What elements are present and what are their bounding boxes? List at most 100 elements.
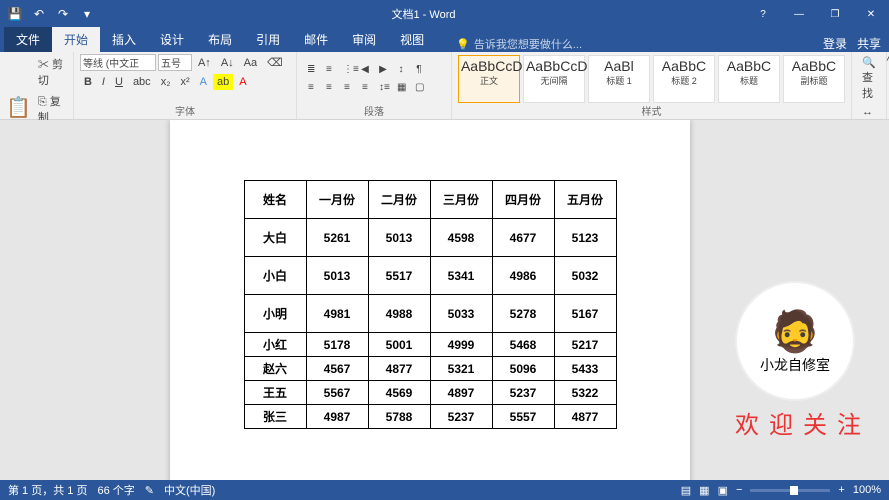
font-color-button[interactable]: A (235, 74, 250, 90)
table-cell[interactable]: 5237 (430, 405, 492, 429)
login-link[interactable]: 登录 (823, 35, 847, 52)
table-cell[interactable]: 5433 (554, 357, 616, 381)
borders-button[interactable]: ▢ (411, 80, 427, 96)
table-header[interactable]: 一月份 (306, 181, 368, 219)
table-row[interactable]: 王五55674569489752375322 (244, 381, 616, 405)
print-layout-button[interactable]: ▦ (699, 484, 709, 497)
tab-mailings[interactable]: 邮件 (292, 27, 340, 52)
read-mode-button[interactable]: ▤ (681, 484, 691, 497)
table-cell[interactable]: 5468 (492, 333, 554, 357)
tab-layout[interactable]: 布局 (196, 27, 244, 52)
find-button[interactable]: 🔍 查找 (858, 54, 880, 103)
numbering-button[interactable]: ≡ (321, 62, 337, 78)
table-cell[interactable]: 王五 (244, 381, 306, 405)
underline-button[interactable]: U (111, 74, 127, 90)
table-header[interactable]: 二月份 (368, 181, 430, 219)
table-cell[interactable]: 4567 (306, 357, 368, 381)
tab-view[interactable]: 视图 (388, 27, 436, 52)
table-header[interactable]: 姓名 (244, 181, 306, 219)
table-cell[interactable]: 大白 (244, 219, 306, 257)
line-spacing-button[interactable]: ↕≡ (375, 80, 391, 96)
table-cell[interactable]: 5321 (430, 357, 492, 381)
table-cell[interactable]: 4877 (368, 357, 430, 381)
style-无间隔[interactable]: AaBbCcDc无间隔 (523, 55, 585, 103)
close-button[interactable]: ✕ (853, 0, 889, 28)
table-row[interactable]: 张三49875788523755574877 (244, 405, 616, 429)
help-button[interactable]: ? (745, 0, 781, 28)
table-cell[interactable]: 5788 (368, 405, 430, 429)
show-marks-button[interactable]: ¶ (411, 62, 427, 78)
table-cell[interactable]: 张三 (244, 405, 306, 429)
table-cell[interactable]: 5001 (368, 333, 430, 357)
table-cell[interactable]: 5557 (492, 405, 554, 429)
style-标题 1[interactable]: AaBl标题 1 (588, 55, 650, 103)
redo-button[interactable]: ↷ (52, 3, 74, 25)
qat-more-button[interactable]: ▾ (76, 3, 98, 25)
table-cell[interactable]: 小明 (244, 295, 306, 333)
table-cell[interactable]: 5178 (306, 333, 368, 357)
table-row[interactable]: 赵六45674877532150965433 (244, 357, 616, 381)
table-cell[interactable]: 5217 (554, 333, 616, 357)
table-cell[interactable]: 5261 (306, 219, 368, 257)
decrease-indent-button[interactable]: ◀ (357, 62, 373, 78)
table-row[interactable]: 大白52615013459846775123 (244, 219, 616, 257)
table-row[interactable]: 小红51785001499954685217 (244, 333, 616, 357)
align-left-button[interactable]: ≡ (303, 80, 319, 96)
table-cell[interactable]: 5167 (554, 295, 616, 333)
superscript-button[interactable]: x² (176, 74, 193, 90)
proofing-icon[interactable]: ✎ (145, 484, 154, 497)
tab-insert[interactable]: 插入 (100, 27, 148, 52)
text-effects-button[interactable]: A (196, 74, 211, 90)
change-case-button[interactable]: Aa (240, 55, 261, 71)
table-cell[interactable]: 4877 (554, 405, 616, 429)
grow-font-button[interactable]: A↑ (194, 55, 215, 71)
table-cell[interactable]: 4598 (430, 219, 492, 257)
align-center-button[interactable]: ≡ (321, 80, 337, 96)
cut-button[interactable]: ✂ 剪切 (34, 54, 67, 90)
bullets-button[interactable]: ≣ (303, 62, 319, 78)
subscript-button[interactable]: x₂ (157, 74, 175, 90)
table-row[interactable]: 小明49814988503352785167 (244, 295, 616, 333)
share-button[interactable]: 共享 (857, 35, 881, 52)
bold-button[interactable]: B (80, 74, 96, 90)
zoom-slider[interactable] (750, 489, 830, 492)
tab-file[interactable]: 文件 (4, 27, 52, 52)
table-cell[interactable]: 5341 (430, 257, 492, 295)
table-cell[interactable]: 4987 (306, 405, 368, 429)
table-cell[interactable]: 4981 (306, 295, 368, 333)
table-cell[interactable]: 4999 (430, 333, 492, 357)
table-cell[interactable]: 小白 (244, 257, 306, 295)
table-header[interactable]: 四月份 (492, 181, 554, 219)
italic-button[interactable]: I (98, 74, 109, 90)
table-cell[interactable]: 5096 (492, 357, 554, 381)
shading-button[interactable]: ▦ (393, 80, 409, 96)
tab-references[interactable]: 引用 (244, 27, 292, 52)
table-cell[interactable]: 4897 (430, 381, 492, 405)
tab-home[interactable]: 开始 (52, 27, 100, 52)
table-cell[interactable]: 5278 (492, 295, 554, 333)
page-indicator[interactable]: 第 1 页，共 1 页 (8, 482, 87, 498)
table-cell[interactable]: 4988 (368, 295, 430, 333)
zoom-out-button[interactable]: − (736, 484, 742, 496)
sort-button[interactable]: ↕ (393, 62, 409, 78)
table-cell[interactable]: 5322 (554, 381, 616, 405)
font-size-select[interactable]: 五号 (158, 54, 192, 71)
style-标题[interactable]: AaBbC标题 (718, 55, 780, 103)
increase-indent-button[interactable]: ▶ (375, 62, 391, 78)
justify-button[interactable]: ≡ (357, 80, 373, 96)
table-cell[interactable]: 5123 (554, 219, 616, 257)
style-正文[interactable]: AaBbCcDc正文 (458, 55, 520, 103)
style-标题 2[interactable]: AaBbC标题 2 (653, 55, 715, 103)
table-cell[interactable]: 小红 (244, 333, 306, 357)
word-count[interactable]: 66 个字 (97, 482, 134, 498)
table-cell[interactable]: 4677 (492, 219, 554, 257)
tab-design[interactable]: 设计 (148, 27, 196, 52)
table-header[interactable]: 三月份 (430, 181, 492, 219)
table-cell[interactable]: 5033 (430, 295, 492, 333)
table-cell[interactable]: 4569 (368, 381, 430, 405)
table-cell[interactable]: 赵六 (244, 357, 306, 381)
table-cell[interactable]: 5013 (306, 257, 368, 295)
zoom-in-button[interactable]: + (838, 484, 844, 496)
undo-button[interactable]: ↶ (28, 3, 50, 25)
align-right-button[interactable]: ≡ (339, 80, 355, 96)
